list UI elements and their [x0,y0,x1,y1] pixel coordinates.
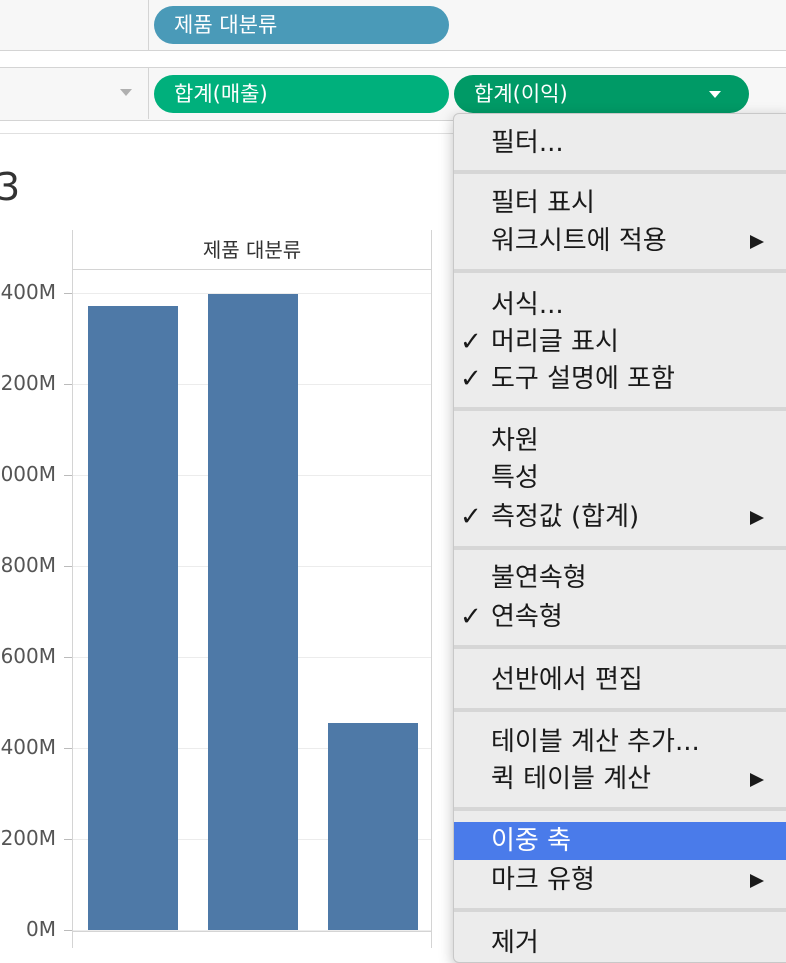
rows-pill-profit[interactable]: 합계(이익) [454,75,749,113]
y-tick-label: 200M [0,826,56,850]
checkmark-icon: ✓ [460,364,482,394]
gridline [73,930,431,931]
shelf-label-divider [148,68,149,119]
menu-separator [454,645,786,649]
chevron-down-icon[interactable] [709,91,721,98]
y-tick-label: 800M [0,553,56,577]
context-menu[interactable]: 필터... 필터 표시 워크시트에 적용 서식... ✓ 머리글 표시 ✓ 도구… [453,113,786,963]
y-tick-mark [64,293,72,294]
menu-separator [454,807,786,811]
menu-separator [454,407,786,411]
y-tick-mark [64,657,72,658]
menu-item-measure-sum[interactable]: ✓ 측정값 (합계) [454,498,786,536]
y-axis-line [72,270,73,948]
menu-separator [454,269,786,273]
menu-item-include-in-tooltip[interactable]: ✓ 도구 설명에 포함 [454,360,786,398]
pill-label: 합계(매출) [174,82,268,106]
pane-border [72,931,432,932]
y-tick-mark [64,839,72,840]
menu-item-edit-in-shelf[interactable]: 선반에서 편집 [454,661,786,699]
shelf-gap [0,51,786,66]
menu-separator [454,546,786,550]
columns-pill-category[interactable]: 제품 대분류 [154,6,449,44]
menu-item-apply-to-worksheets[interactable]: 워크시트에 적용 [454,222,786,260]
y-tick-mark [64,475,72,476]
shelf-label-divider [148,0,149,50]
pill-label: 합계(이익) [474,82,568,106]
rows-pill-sales[interactable]: 합계(매출) [154,75,449,113]
y-tick-label: 0M [26,917,56,941]
checkmark-icon: ✓ [460,502,482,532]
checkmark-icon: ✓ [460,327,482,357]
submenu-arrow-icon [750,235,764,249]
menu-item-show-filter[interactable]: 필터 표시 [454,184,786,222]
y-tick-label: 600M [0,644,56,668]
menu-item-remove[interactable]: 제거 [454,924,786,962]
menu-item-attribute[interactable]: 특성 [454,459,786,497]
checkmark-icon: ✓ [460,602,482,632]
menu-separator [454,708,786,712]
menu-item-dimension[interactable]: 차원 [454,422,786,460]
menu-item-continuous[interactable]: ✓ 연속형 [454,598,786,636]
bar[interactable] [208,294,298,930]
bar[interactable] [328,723,418,930]
submenu-arrow-icon [750,511,764,525]
menu-item-mark-type[interactable]: 마크 유형 [454,861,786,899]
y-tick-mark [64,384,72,385]
menu-separator [454,908,786,912]
y-tick-label: 400M [0,735,56,759]
y-tick-label: 200M [0,371,56,395]
menu-item-dual-axis[interactable]: 이중 축 [454,822,786,860]
y-tick-mark [64,566,72,567]
bar[interactable] [88,306,178,930]
menu-item-show-header[interactable]: ✓ 머리글 표시 [454,323,786,361]
menu-separator [454,170,786,174]
column-header[interactable]: 제품 대분류 [72,230,432,270]
y-tick-mark [64,748,72,749]
y-tick-label: 000M [0,462,56,486]
menu-item-format[interactable]: 서식... [454,286,786,324]
menu-item-add-table-calc[interactable]: 테이블 계산 추가... [454,723,786,761]
submenu-arrow-icon [750,773,764,787]
menu-item-quick-table-calc[interactable]: 퀵 테이블 계산 [454,760,786,798]
menu-item-discrete[interactable]: 불연속형 [454,559,786,597]
y-tick-label: 400M [0,280,56,304]
sheet-title: 3 [0,165,21,209]
y-tick-mark [64,930,72,931]
pane-border [431,270,432,948]
chevron-down-icon[interactable] [120,89,132,96]
pill-label: 제품 대분류 [174,13,278,37]
menu-item-filter[interactable]: 필터... [454,124,786,162]
submenu-arrow-icon [750,874,764,888]
